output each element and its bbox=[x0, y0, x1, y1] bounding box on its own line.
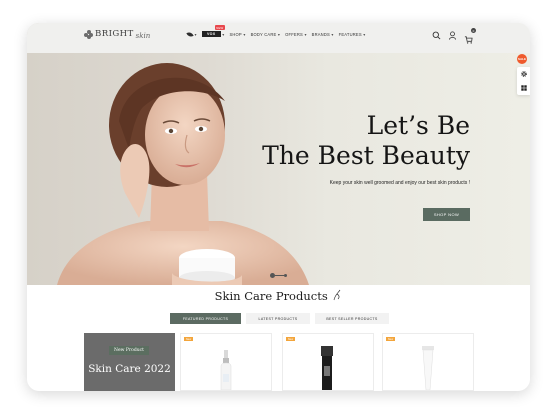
slider-pagination[interactable] bbox=[270, 273, 287, 278]
nav-label: SHOP bbox=[229, 31, 242, 37]
cart-count-badge: 0 bbox=[471, 28, 476, 33]
side-toolbox bbox=[517, 67, 530, 95]
nav-label: BRANDS bbox=[311, 31, 330, 37]
nav-label: FEATURES bbox=[338, 31, 362, 37]
product-row: New Product Skin Care 2022 New New New bbox=[84, 333, 474, 391]
serum-bottle-image bbox=[220, 350, 232, 390]
side-tools: SALE bbox=[517, 54, 530, 95]
chevron-down-icon: ▾ bbox=[277, 31, 281, 37]
user-icon[interactable] bbox=[448, 31, 457, 40]
product-tag: New bbox=[386, 337, 395, 341]
main-nav: ▾ VOX NEW ▾ SHOP ▾ BODY CARE ▾ OFFERS ▾ … bbox=[186, 25, 366, 38]
slide-connector bbox=[275, 275, 284, 276]
nav-item-offers[interactable]: OFFERS ▾ bbox=[285, 32, 307, 37]
nav-label: OFFERS bbox=[285, 31, 303, 37]
chevron-down-icon: ▾ bbox=[243, 31, 246, 37]
dark-bottle-image bbox=[321, 346, 333, 390]
promo-title: Skin Care 2022 bbox=[88, 363, 171, 375]
search-icon[interactable] bbox=[432, 31, 441, 40]
gear-icon[interactable] bbox=[520, 71, 527, 77]
browser-frame: Let’s Be The Best Beauty Keep your skin … bbox=[27, 23, 530, 391]
promo-card[interactable]: New Product Skin Care 2022 bbox=[84, 333, 175, 391]
chevron-down-icon: ▾ bbox=[222, 31, 225, 37]
tube-image bbox=[422, 346, 434, 390]
tab-featured-products[interactable]: FEATURED PRODUCTS bbox=[170, 313, 241, 324]
section-title-text: Skin Care Products bbox=[214, 289, 328, 303]
chevron-down-icon: ▾ bbox=[331, 31, 334, 37]
hero-title: Let’s Be The Best Beauty bbox=[262, 111, 470, 171]
hero-title-line-1: Let’s Be bbox=[366, 111, 470, 140]
tab-best-seller-products[interactable]: BEST SELLER PRODUCTS bbox=[315, 313, 389, 324]
product-tag: New bbox=[286, 337, 295, 341]
chevron-down-icon: ▾ bbox=[363, 31, 366, 37]
slide-dot[interactable] bbox=[284, 274, 287, 277]
brand-logo[interactable]: BRIGHT skin bbox=[84, 28, 150, 40]
section-title: Skin Care Products bbox=[27, 289, 530, 303]
product-tabs: FEATURED PRODUCTS LATEST PRODUCTS BEST S… bbox=[170, 313, 389, 324]
vox-logo: VOX bbox=[201, 31, 221, 37]
hero-banner: Let’s Be The Best Beauty Keep your skin … bbox=[27, 23, 530, 285]
cart-icon bbox=[464, 36, 473, 44]
hero-subtitle: Keep your skin well groomed and enjoy ou… bbox=[329, 180, 470, 186]
leaf-icon bbox=[186, 30, 194, 38]
new-badge: NEW bbox=[214, 25, 225, 30]
brand-tagline: skin bbox=[135, 32, 151, 40]
nav-item-shop[interactable]: SHOP ▾ bbox=[229, 32, 245, 37]
header-icons: 0 bbox=[432, 28, 476, 44]
nav-item-brands[interactable]: BRANDS ▾ bbox=[312, 32, 334, 37]
product-card[interactable]: New bbox=[382, 333, 474, 391]
flourish-icon bbox=[334, 289, 341, 301]
chevron-down-icon: ▾ bbox=[304, 31, 307, 37]
sale-badge[interactable]: SALE bbox=[517, 54, 527, 64]
site-header: BRIGHT skin ▾ VOX NEW ▾ SHOP ▾ BODY CARE… bbox=[27, 23, 530, 53]
cart-button[interactable]: 0 bbox=[464, 28, 476, 44]
chevron-down-icon: ▾ bbox=[194, 31, 197, 37]
nav-item-features[interactable]: FEATURES ▾ bbox=[339, 32, 366, 37]
hero-title-line-2: The Best Beauty bbox=[262, 141, 470, 170]
product-card[interactable]: New bbox=[180, 333, 272, 391]
nav-item-body-care[interactable]: BODY CARE ▾ bbox=[251, 32, 281, 37]
nav-label: BODY CARE bbox=[250, 31, 277, 37]
flower-icon bbox=[84, 29, 93, 39]
grid-icon[interactable] bbox=[520, 85, 527, 91]
nav-item-leaf[interactable]: ▾ bbox=[186, 30, 197, 38]
product-card[interactable]: New bbox=[282, 333, 374, 391]
nav-item-brand[interactable]: VOX NEW ▾ bbox=[201, 25, 225, 37]
promo-badge: New Product bbox=[109, 346, 149, 355]
tab-latest-products[interactable]: LATEST PRODUCTS bbox=[246, 313, 310, 324]
shop-now-button[interactable]: SHOP NOW bbox=[423, 208, 470, 221]
brand-name: BRIGHT bbox=[95, 29, 134, 39]
product-tag: New bbox=[184, 337, 193, 341]
